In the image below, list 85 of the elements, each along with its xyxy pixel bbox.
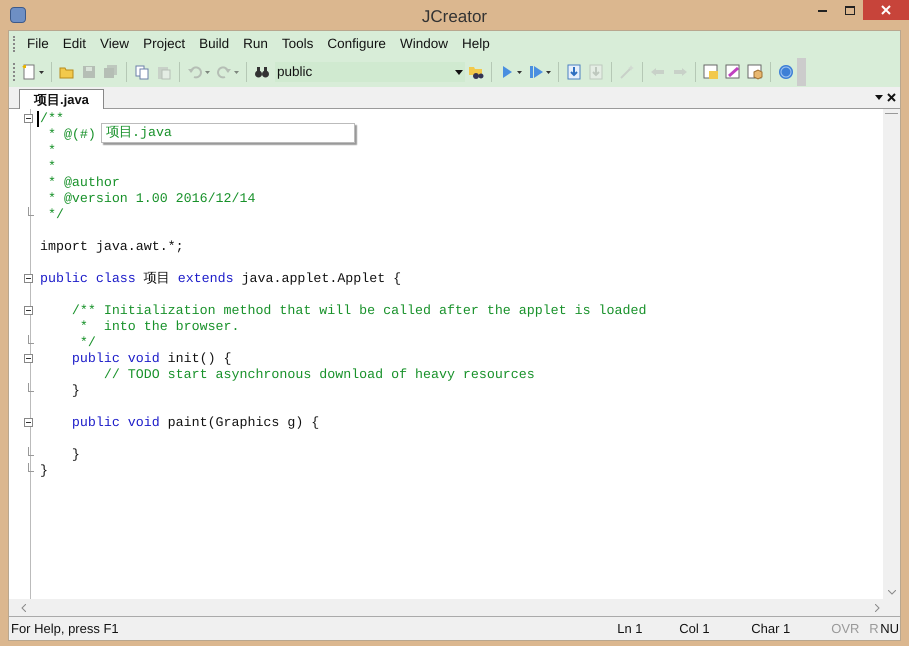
maximize-icon [844,6,854,14]
fold-minus-icon[interactable] [24,418,33,427]
menu-item[interactable]: Configure [320,34,393,54]
paste-icon [156,64,172,80]
code-line: * @author [46,175,120,190]
dropdown-arrow-icon [234,70,239,74]
menu-item[interactable]: File [20,34,56,54]
fold-end-icon [28,335,34,344]
dropdown-arrow-icon [205,70,210,74]
code-line: } [40,463,48,478]
app-icon[interactable] [10,7,26,23]
code-line: */ [46,207,64,222]
down-arrow-page-icon [566,64,582,80]
scroll-left-icon[interactable] [21,604,26,612]
fold-end-icon [28,383,34,392]
dropdown-arrow-icon [546,70,551,74]
status-pane: R [869,620,880,638]
search-combo[interactable]: public [275,62,465,82]
tooltip: 项目.java [101,123,355,143]
text-cursor [37,111,39,127]
close-button[interactable] [863,0,909,20]
code-line: * @(#) [46,127,96,142]
status-pane: Col 1 [679,620,711,638]
code-line: public void init() { [70,351,232,366]
code-line: public void paint(Graphics g) { [70,415,320,430]
file-tab[interactable]: 项目.java [19,89,104,109]
dropdown-arrow-icon [39,70,44,74]
status-pane: Char 1 [751,620,792,638]
code-line: */ [78,335,96,350]
code-line: // TODO start asynchronous download of heavy resources [102,367,535,382]
menu-item[interactable]: Build [192,34,236,54]
code-line: * [46,143,56,158]
fold-minus-icon[interactable] [24,114,33,123]
folder-binoculars-icon [468,64,484,80]
wand-icon [619,64,635,80]
code-line: } [70,447,80,462]
close-icon[interactable] [887,93,896,102]
menu-item[interactable]: Run [236,34,275,54]
undo-icon [187,64,203,80]
vertical-scrollbar[interactable] [883,109,900,599]
fold-minus-icon[interactable] [24,354,33,363]
minimize-icon [818,8,827,12]
window-title: JCreator [422,6,488,28]
code-line: /** Initialization method that will be called after the applet is loaded [70,303,646,318]
new-file-icon [21,64,37,80]
dropdown-arrow-icon[interactable] [875,95,883,100]
menu-item[interactable]: Window [392,34,455,54]
toolbar-overflow-handle[interactable] [797,58,806,86]
copy-icon [134,64,150,80]
close-icon [881,5,891,15]
status-pane: Ln 1 [617,620,644,638]
save-icon [81,64,97,80]
window-box-icon [747,64,763,80]
code-line: } [70,383,80,398]
fold-minus-icon[interactable] [24,306,33,315]
window-pencil-icon [725,64,741,80]
dropdown-arrow-icon[interactable] [455,70,463,74]
status-pane: For Help, press F1 [10,620,120,638]
scroll-right-icon[interactable] [875,604,880,612]
down-arrow-page-icon [588,64,604,80]
bar-play-icon [528,64,544,80]
scroll-down-icon[interactable] [888,590,896,595]
code-line: * @version 1.00 2016/12/14 [46,191,256,206]
menu-item[interactable]: Tools [274,34,320,54]
status-pane: NU [880,620,900,638]
menu-item[interactable]: Edit [56,34,94,54]
menu-item[interactable]: View [93,34,136,54]
search-text: public [276,62,314,81]
code-line: import java.awt.*; [40,239,184,254]
menu-item[interactable]: Help [454,34,497,54]
help-icon [778,64,794,80]
save-all-icon [103,64,119,80]
fold-minus-icon[interactable] [24,274,33,283]
binoculars-icon [254,64,270,80]
menu-item[interactable]: Project [136,34,192,54]
code-line: public class 项目 extends java.applet.Applet { [40,271,402,286]
dropdown-arrow-icon [517,70,522,74]
code-line: * [46,159,56,174]
redo-icon [216,64,232,80]
status-pane: OVR [831,620,860,638]
code-line: /** [40,111,64,126]
window-folder-icon [703,64,719,80]
horizontal-scrollbar[interactable] [9,599,900,616]
code-line: * into the browser. [78,319,240,334]
fold-end-icon [28,207,34,216]
